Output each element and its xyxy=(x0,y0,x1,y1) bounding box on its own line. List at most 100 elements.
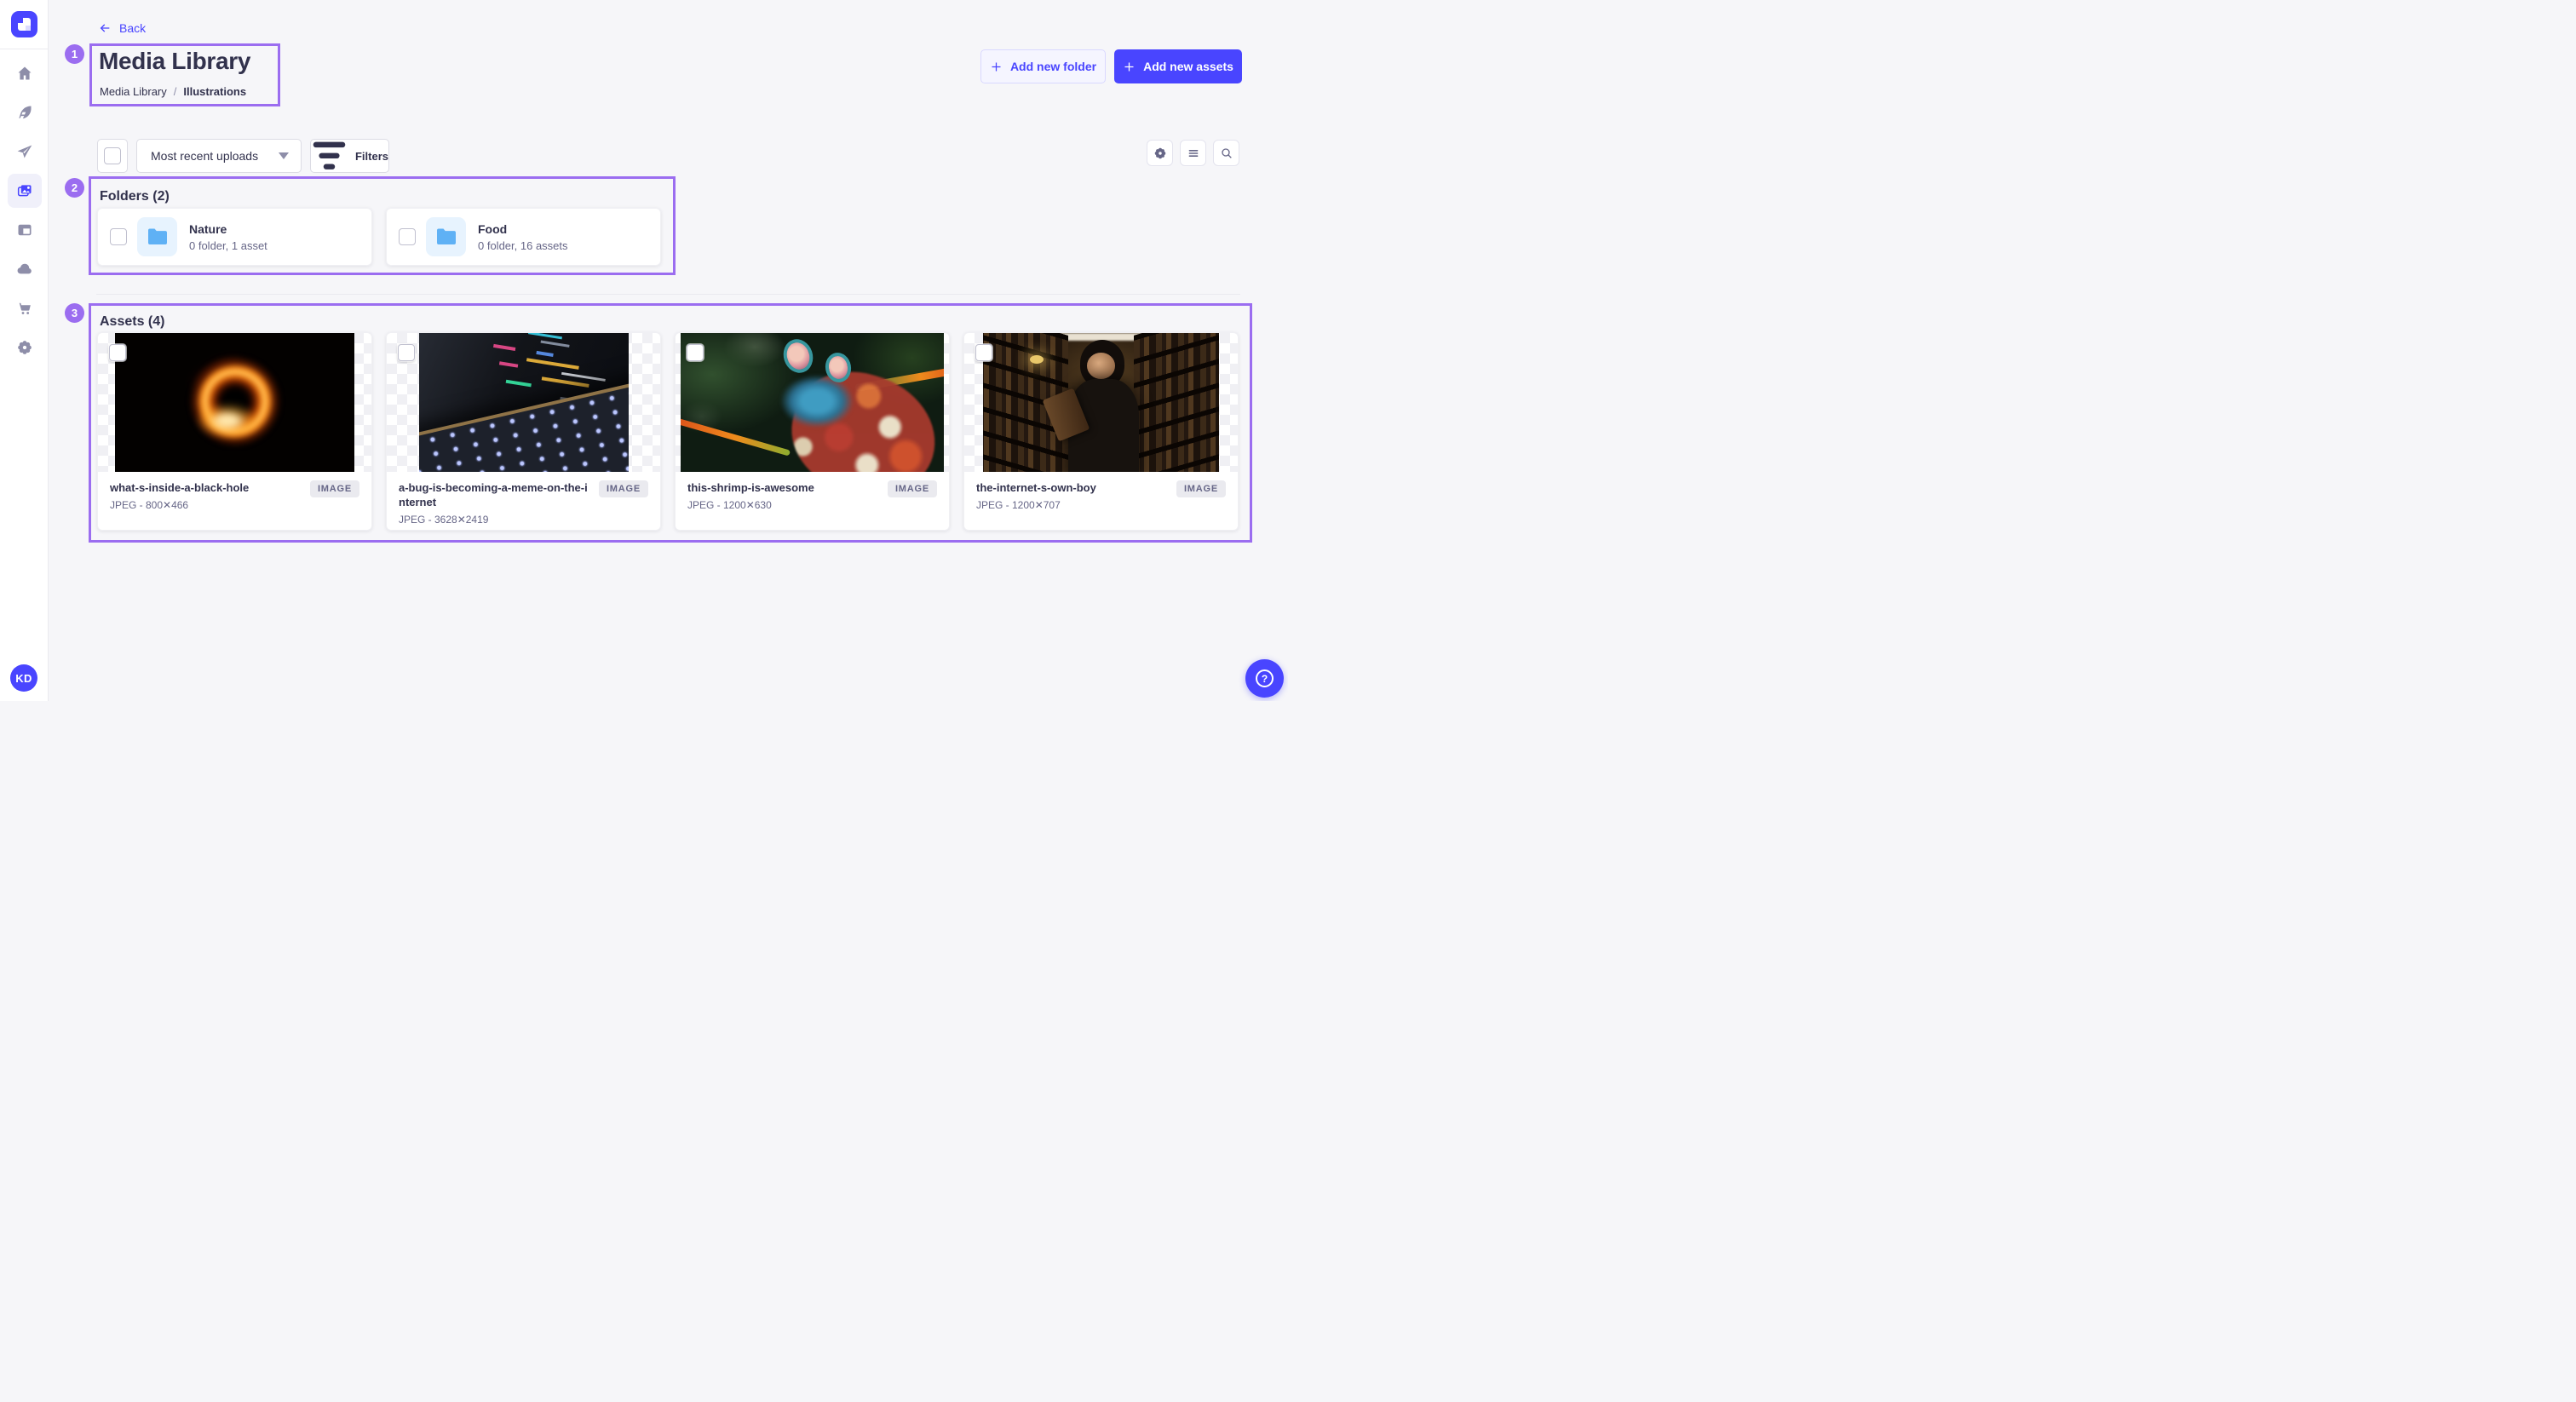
media-library-icon xyxy=(16,182,33,199)
add-new-assets-button[interactable]: Add new assets xyxy=(1114,49,1242,83)
annotation-step-2: 2 xyxy=(65,178,84,198)
strapi-logo-notch xyxy=(18,18,23,23)
filter-icon xyxy=(311,140,348,172)
feather-icon xyxy=(16,104,33,121)
page-title: Media Library xyxy=(99,48,250,75)
sidebar-item-settings[interactable] xyxy=(8,330,42,365)
folder-name: Nature xyxy=(189,222,267,236)
layout-icon xyxy=(16,221,33,238)
asset-info: this-shrimp-is-awesome JPEG - 1200✕630 I… xyxy=(676,472,949,511)
sidebar-item-content-type-builder[interactable] xyxy=(8,213,42,247)
list-icon xyxy=(1187,147,1200,160)
sidebar: KD xyxy=(0,0,49,701)
back-link[interactable]: Back xyxy=(98,21,146,35)
search-icon xyxy=(1220,147,1233,160)
asset-meta: JPEG - 3628✕2419 xyxy=(399,514,592,526)
folder-icon xyxy=(147,228,168,245)
help-button[interactable]: ? xyxy=(1245,659,1284,698)
sidebar-item-releases[interactable] xyxy=(8,135,42,169)
asset-info: what-s-inside-a-black-hole JPEG - 800✕46… xyxy=(98,472,371,511)
asset-checkbox[interactable] xyxy=(687,344,704,361)
plus-icon xyxy=(1123,60,1136,73)
folder-meta: 0 folder, 1 asset xyxy=(189,239,267,252)
chevron-down-icon xyxy=(279,152,289,159)
back-label: Back xyxy=(119,21,146,35)
filters-button[interactable]: Filters xyxy=(310,139,389,173)
annotation-step-1: 1 xyxy=(65,44,84,64)
folder-text: Food 0 folder, 16 assets xyxy=(478,222,568,252)
folder-tile xyxy=(426,217,466,256)
select-all-checkbox[interactable] xyxy=(104,147,121,164)
select-all-wrapper[interactable] xyxy=(97,139,128,173)
add-new-folder-button[interactable]: Add new folder xyxy=(980,49,1106,83)
media-library-page: KD Back 1 2 3 Media Library Media Librar… xyxy=(0,0,1288,701)
asset-meta: JPEG - 1200✕630 xyxy=(687,499,881,511)
question-mark-icon: ? xyxy=(1256,669,1274,687)
view-settings-button[interactable] xyxy=(1147,140,1173,166)
sidebar-item-marketplace[interactable] xyxy=(8,291,42,325)
asset-info: the-internet-s-own-boy JPEG - 1200✕707 I… xyxy=(964,472,1238,511)
asset-thumbnail[interactable] xyxy=(98,333,371,472)
asset-name: this-shrimp-is-awesome xyxy=(687,480,881,495)
paper-plane-icon xyxy=(16,143,33,160)
asset-checkbox[interactable] xyxy=(975,344,992,361)
folder-card-food[interactable]: Food 0 folder, 16 assets xyxy=(386,208,661,266)
gear-icon xyxy=(1153,147,1167,160)
filters-label: Filters xyxy=(355,150,388,163)
asset-name: what-s-inside-a-black-hole xyxy=(110,480,303,495)
folder-checkbox[interactable] xyxy=(399,228,416,245)
folder-meta: 0 folder, 16 assets xyxy=(478,239,568,252)
asset-card[interactable]: the-internet-s-own-boy JPEG - 1200✕707 I… xyxy=(963,332,1239,531)
strapi-logo[interactable] xyxy=(11,11,37,37)
cloud-icon xyxy=(16,261,33,278)
breadcrumb-separator: / xyxy=(174,85,177,98)
asset-type-badge: IMAGE xyxy=(888,480,937,497)
sort-dropdown-value: Most recent uploads xyxy=(151,149,258,163)
sidebar-item-home[interactable] xyxy=(8,56,42,90)
folder-card-nature[interactable]: Nature 0 folder, 1 asset xyxy=(97,208,372,266)
sidebar-nav xyxy=(0,56,49,365)
asset-name: the-internet-s-own-boy xyxy=(976,480,1170,495)
annotation-box-title: Media Library Media Library / Illustrati… xyxy=(89,43,280,106)
sort-dropdown[interactable]: Most recent uploads xyxy=(136,139,302,173)
asset-name: a-bug-is-becoming-a-meme-on-the-internet xyxy=(399,480,592,509)
asset-info: a-bug-is-becoming-a-meme-on-the-internet… xyxy=(387,472,660,526)
shrimp-image xyxy=(681,333,944,472)
asset-type-badge: IMAGE xyxy=(310,480,359,497)
add-new-assets-label: Add new assets xyxy=(1143,60,1233,73)
content-divider xyxy=(96,294,1240,295)
asset-thumbnail[interactable] xyxy=(387,333,660,472)
asset-checkbox[interactable] xyxy=(398,344,415,361)
user-avatar[interactable]: KD xyxy=(10,664,37,692)
folder-checkbox[interactable] xyxy=(110,228,127,245)
code-laptop-image xyxy=(419,333,629,472)
asset-card[interactable]: a-bug-is-becoming-a-meme-on-the-internet… xyxy=(386,332,661,531)
breadcrumb-root[interactable]: Media Library xyxy=(100,85,167,98)
breadcrumb: Media Library / Illustrations xyxy=(100,85,246,98)
library-image xyxy=(983,333,1219,472)
asset-card[interactable]: this-shrimp-is-awesome JPEG - 1200✕630 I… xyxy=(675,332,950,531)
search-button[interactable] xyxy=(1213,140,1239,166)
sidebar-item-content-manager[interactable] xyxy=(8,95,42,129)
cart-icon xyxy=(16,300,33,317)
folder-text: Nature 0 folder, 1 asset xyxy=(189,222,267,252)
asset-thumbnail[interactable] xyxy=(676,333,949,472)
asset-thumbnail[interactable] xyxy=(964,333,1238,472)
asset-type-badge: IMAGE xyxy=(1176,480,1226,497)
add-new-folder-label: Add new folder xyxy=(1010,60,1096,73)
asset-type-badge: IMAGE xyxy=(599,480,648,497)
arrow-left-icon xyxy=(98,21,112,35)
asset-checkbox[interactable] xyxy=(109,344,126,361)
sidebar-item-media-library[interactable] xyxy=(8,174,42,208)
list-view-button[interactable] xyxy=(1180,140,1206,166)
asset-meta: JPEG - 800✕466 xyxy=(110,499,303,511)
folder-tile xyxy=(137,217,177,256)
folder-name: Food xyxy=(478,222,568,236)
strapi-logo-fold xyxy=(26,26,31,31)
home-icon xyxy=(16,65,33,82)
black-hole-image xyxy=(115,333,354,472)
asset-card[interactable]: what-s-inside-a-black-hole JPEG - 800✕46… xyxy=(97,332,372,531)
annotation-step-3: 3 xyxy=(65,303,84,323)
sidebar-item-deploy[interactable] xyxy=(8,252,42,286)
asset-meta: JPEG - 1200✕707 xyxy=(976,499,1170,511)
